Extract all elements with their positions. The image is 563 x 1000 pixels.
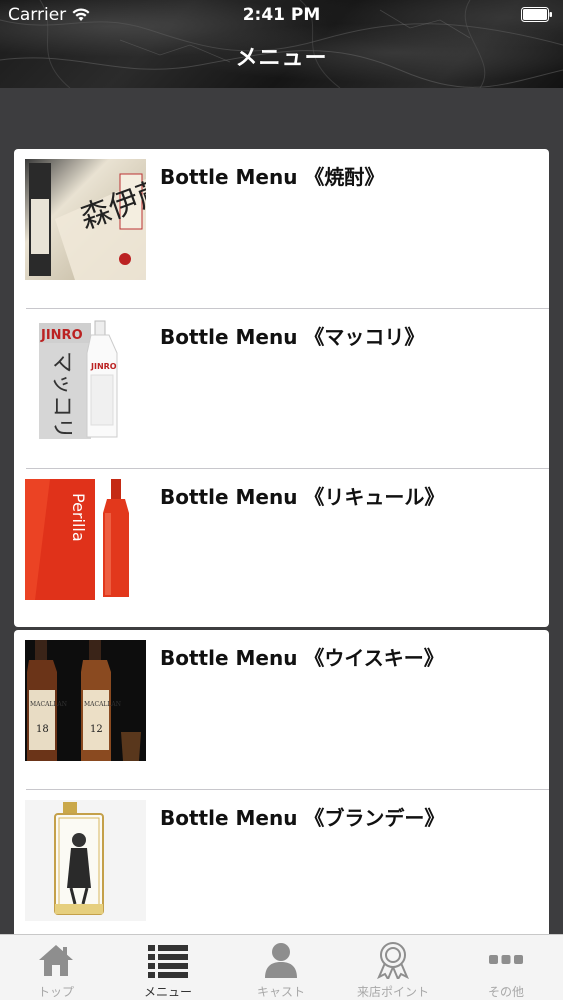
bottom-tab-bar: トップ メニュー キャスト 来店ポイント その他 bbox=[0, 934, 563, 1000]
award-ribbon-icon bbox=[377, 942, 409, 979]
tab-other[interactable]: その他 bbox=[450, 935, 562, 1000]
menu-list-container[interactable]: 森伊蔵 Bottle Menu 《焼酎》 JINRO マッコリ JINRO Bo… bbox=[0, 88, 563, 934]
list-item-liqueur[interactable]: Perilla Bottle Menu 《リキュール》 bbox=[14, 469, 549, 629]
menu-card-group: 森伊蔵 Bottle Menu 《焼酎》 JINRO マッコリ JINRO Bo… bbox=[14, 149, 549, 627]
home-icon bbox=[39, 945, 73, 976]
svg-text:MACALLAN: MACALLAN bbox=[84, 701, 121, 708]
makgeolli-bottle-image: JINRO マッコリ JINRO bbox=[25, 319, 146, 440]
tab-label: その他 bbox=[487, 985, 524, 999]
whisky-bottle-image: MACALLAN 18 MACALLAN 12 bbox=[25, 640, 146, 761]
list-item-whisky[interactable]: MACALLAN 18 MACALLAN 12 Bottle Menu 《ウイス… bbox=[14, 630, 549, 790]
shochu-bottle-image: 森伊蔵 bbox=[25, 159, 146, 280]
svg-text:マッコリ: マッコリ bbox=[49, 351, 74, 439]
brandy-bottle-image bbox=[25, 800, 146, 921]
svg-text:18: 18 bbox=[36, 724, 49, 735]
list-item-label: Bottle Menu 《ウイスキー》 bbox=[160, 646, 444, 670]
more-icon bbox=[489, 955, 523, 964]
list-item-brandy[interactable]: Bottle Menu 《ブランデー》 bbox=[14, 790, 549, 934]
tab-label: トップ bbox=[37, 985, 74, 999]
svg-text:JINRO: JINRO bbox=[40, 328, 83, 343]
clock: 2:41 PM bbox=[242, 5, 321, 25]
tab-label: メニュー bbox=[143, 985, 192, 999]
list-item-label: Bottle Menu 《焼酎》 bbox=[160, 165, 385, 189]
liqueur-bottle-image: Perilla bbox=[25, 479, 146, 600]
app-screen: Carrier 2:41 PM メニュー 森伊蔵 Bottle Menu 《焼酎… bbox=[0, 0, 563, 1000]
list-item-makgeolli[interactable]: JINRO マッコリ JINRO Bottle Menu 《マッコリ》 bbox=[14, 309, 549, 469]
tab-visit-points[interactable]: 来店ポイント bbox=[337, 935, 449, 1000]
tab-label: 来店ポイント bbox=[356, 985, 429, 999]
tab-menu[interactable]: メニュー bbox=[112, 935, 224, 1000]
tab-cast[interactable]: キャスト bbox=[225, 935, 337, 1000]
navigation-header: Carrier 2:41 PM メニュー bbox=[0, 0, 563, 88]
list-item-label: Bottle Menu 《ブランデー》 bbox=[160, 806, 445, 830]
svg-text:MACALLAN: MACALLAN bbox=[30, 701, 67, 708]
tab-label: キャスト bbox=[256, 985, 305, 999]
svg-text:JINRO: JINRO bbox=[90, 362, 117, 371]
list-icon bbox=[148, 945, 188, 978]
list-item-label: Bottle Menu 《リキュール》 bbox=[160, 485, 445, 509]
status-bar: Carrier 2:41 PM bbox=[0, 0, 563, 30]
list-item-label: Bottle Menu 《マッコリ》 bbox=[160, 325, 425, 349]
tab-top[interactable]: トップ bbox=[0, 935, 112, 1000]
svg-text:Perilla: Perilla bbox=[69, 493, 88, 542]
person-icon bbox=[265, 943, 297, 978]
list-item-shochu[interactable]: 森伊蔵 Bottle Menu 《焼酎》 bbox=[14, 149, 549, 309]
page-title: メニュー bbox=[235, 46, 328, 71]
battery-icon bbox=[521, 7, 552, 22]
svg-text:12: 12 bbox=[90, 724, 103, 735]
menu-card-group: MACALLAN 18 MACALLAN 12 Bottle Menu 《ウイス… bbox=[14, 630, 549, 934]
